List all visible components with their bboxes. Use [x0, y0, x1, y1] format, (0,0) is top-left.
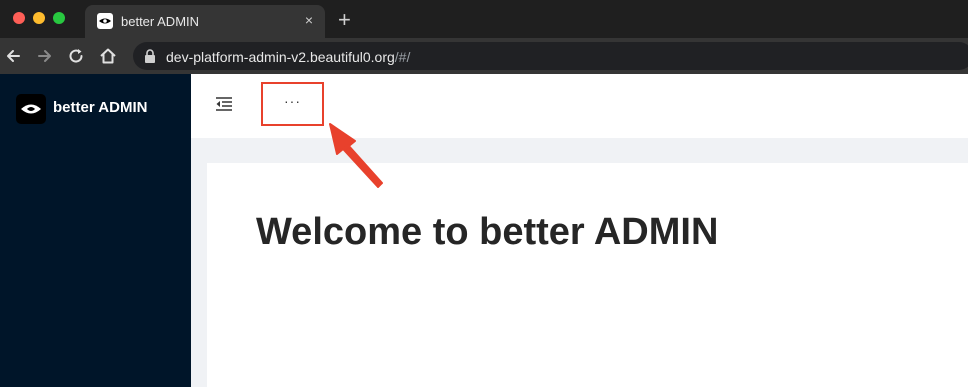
maximize-window-button[interactable]	[53, 12, 65, 24]
tab-title: better ADMIN	[121, 14, 200, 29]
home-icon[interactable]	[98, 46, 118, 66]
menu-fold-icon[interactable]	[215, 96, 233, 112]
ellipsis-icon: ···	[284, 93, 301, 109]
content-card: Welcome to better ADMIN	[207, 163, 968, 387]
brand-name[interactable]: better ADMIN	[53, 99, 147, 116]
page-title: Welcome to better ADMIN	[256, 211, 719, 253]
reload-icon[interactable]	[66, 46, 86, 66]
tab-close-icon[interactable]: ×	[305, 12, 313, 28]
new-tab-button[interactable]: +	[338, 8, 351, 32]
minimize-window-button[interactable]	[33, 12, 45, 24]
back-arrow-icon[interactable]	[4, 46, 24, 66]
close-window-button[interactable]	[13, 12, 25, 24]
lock-icon	[144, 49, 156, 63]
url-domain: dev-platform-admin-v2.beautiful0.org	[166, 49, 395, 65]
sidebar: better ADMIN	[0, 74, 191, 387]
address-bar[interactable]: dev-platform-admin-v2.beautiful0.org/#/	[133, 42, 968, 70]
more-menu-button[interactable]: ···	[261, 82, 324, 126]
browser-tab[interactable]: better ADMIN ×	[85, 5, 325, 38]
browser-tab-bar: better ADMIN × +	[0, 0, 968, 38]
url-text[interactable]: dev-platform-admin-v2.beautiful0.org/#/	[166, 49, 410, 65]
browser-toolbar: dev-platform-admin-v2.beautiful0.org/#/	[0, 38, 968, 74]
eye-logo-icon	[97, 13, 113, 29]
eye-logo-icon[interactable]	[16, 94, 46, 124]
app-header: ···	[191, 74, 968, 138]
forward-arrow-icon[interactable]	[34, 46, 54, 66]
url-path: /#/	[394, 49, 411, 65]
